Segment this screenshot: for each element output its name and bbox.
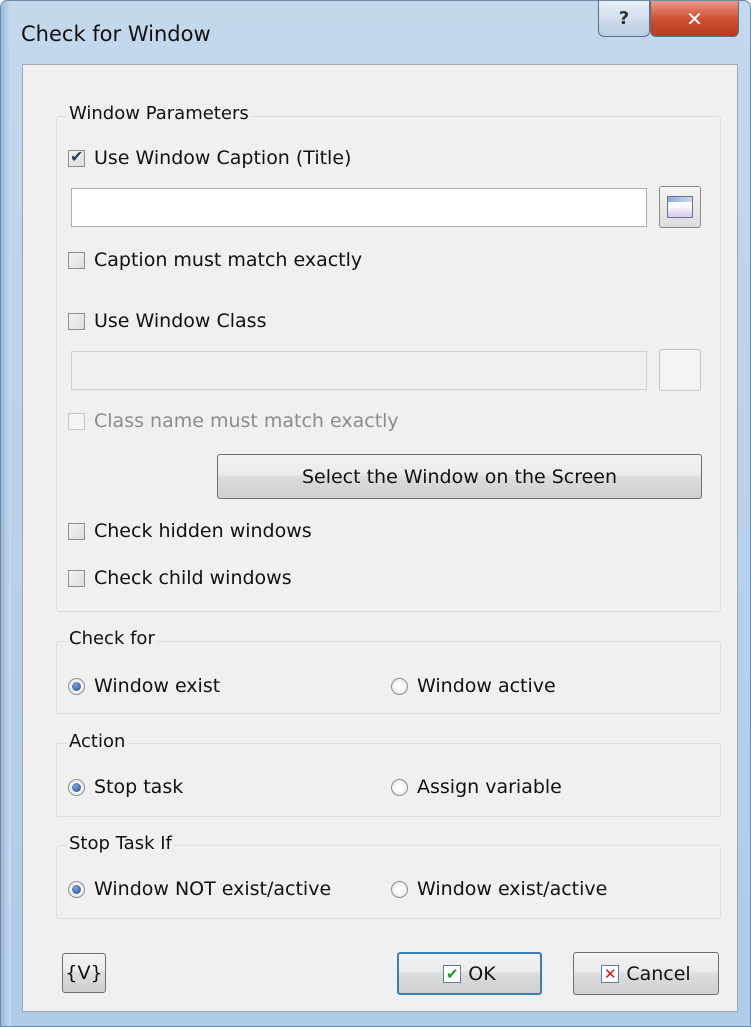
- checkbox-icon: [68, 251, 85, 269]
- checkbox-checked-icon: [68, 147, 85, 167]
- window-exist-radio[interactable]: Window exist: [68, 675, 220, 697]
- window-exist-active-radio[interactable]: Window exist/active: [391, 878, 607, 900]
- action-legend: Action: [67, 731, 128, 752]
- assign-variable-label: Assign variable: [417, 776, 562, 798]
- window-not-exist-label: Window NOT exist/active: [94, 878, 332, 900]
- select-window-on-screen-button[interactable]: Select the Window on the Screen: [217, 454, 702, 499]
- radio-icon: [391, 778, 408, 796]
- radio-icon: [391, 677, 408, 695]
- check-child-windows-label: Check child windows: [94, 567, 292, 589]
- window-icon: [667, 196, 693, 218]
- select-caption-button[interactable]: [659, 186, 701, 228]
- window-caption-input[interactable]: [71, 188, 647, 227]
- checkbox-icon: [68, 412, 85, 430]
- window-exist-active-label: Window exist/active: [417, 878, 608, 900]
- checkbox-icon: [68, 569, 85, 587]
- caption-match-exactly-label: Caption must match exactly: [94, 249, 363, 271]
- use-window-class-checkbox[interactable]: Use Window Class: [68, 310, 266, 332]
- window-title: Check for Window: [21, 22, 211, 46]
- radio-selected-icon: [68, 677, 85, 695]
- help-button[interactable]: ?: [598, 1, 650, 37]
- radio-selected-icon: [68, 778, 85, 796]
- dialog-window: Check for Window ? ✕ Window Parameters U…: [0, 0, 751, 1027]
- checkbox-icon: [68, 522, 85, 540]
- stop-task-if-legend: Stop Task If: [67, 833, 174, 854]
- cancel-button[interactable]: ✕ Cancel: [573, 952, 719, 995]
- window-active-label: Window active: [417, 675, 556, 697]
- ok-button[interactable]: ✔ OK: [397, 952, 542, 995]
- assign-variable-radio[interactable]: Assign variable: [391, 776, 562, 798]
- window-parameters-legend: Window Parameters: [67, 103, 251, 124]
- window-not-exist-radio[interactable]: Window NOT exist/active: [68, 878, 331, 900]
- close-button[interactable]: ✕: [650, 1, 739, 37]
- ok-label: OK: [468, 962, 496, 985]
- checkbox-icon: [68, 312, 85, 330]
- select-class-button[interactable]: [659, 349, 701, 391]
- radio-selected-icon: [68, 880, 85, 898]
- window-exist-label: Window exist: [94, 675, 221, 697]
- caption-match-exactly-checkbox[interactable]: Caption must match exactly: [68, 249, 362, 271]
- check-hidden-windows-label: Check hidden windows: [94, 520, 312, 542]
- use-window-caption-label: Use Window Caption (Title): [94, 147, 352, 169]
- window-active-radio[interactable]: Window active: [391, 675, 556, 697]
- radio-icon: [391, 880, 408, 898]
- use-window-class-label: Use Window Class: [94, 310, 267, 332]
- x-icon: ✕: [601, 964, 620, 983]
- checkmark-icon: ✔: [443, 964, 462, 983]
- class-match-exactly-checkbox[interactable]: Class name must match exactly: [68, 410, 399, 432]
- check-for-legend: Check for: [67, 628, 157, 649]
- variables-button[interactable]: {V}: [62, 953, 106, 993]
- dialog-client-area: Window Parameters Use Window Caption (Ti…: [22, 64, 738, 1012]
- cancel-label: Cancel: [626, 962, 691, 985]
- check-child-windows-checkbox[interactable]: Check child windows: [68, 567, 292, 589]
- stop-task-radio[interactable]: Stop task: [68, 776, 183, 798]
- use-window-caption-checkbox[interactable]: Use Window Caption (Title): [68, 147, 351, 169]
- class-match-exactly-label: Class name must match exactly: [94, 410, 399, 432]
- window-class-input[interactable]: [71, 351, 647, 390]
- check-hidden-windows-checkbox[interactable]: Check hidden windows: [68, 520, 312, 542]
- stop-task-label: Stop task: [94, 776, 184, 798]
